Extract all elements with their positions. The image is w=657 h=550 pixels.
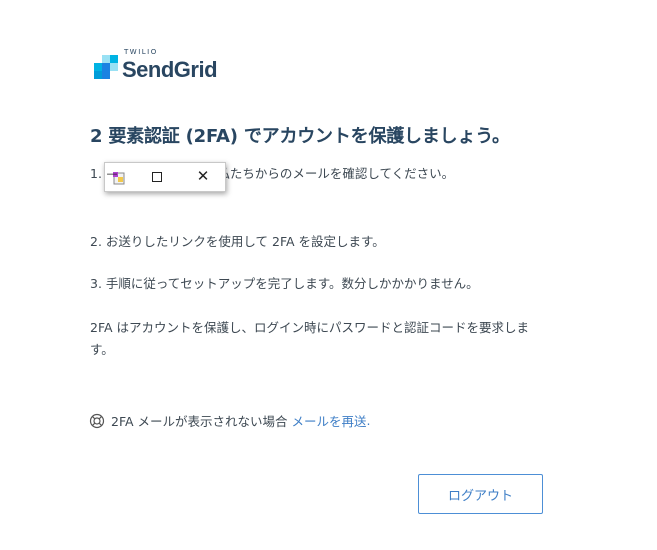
step-3-text: 3. 手順に従ってセットアップを完了します。数分しかかかりません。 (90, 276, 479, 291)
sendgrid-logo-icon (94, 55, 118, 79)
page-title: 2 要素認証 (2FA) でアカウントを保護しましょう。 (90, 126, 510, 147)
floating-mini-window[interactable]: — ✕ (104, 162, 226, 192)
logo-twilio-text: TWILIO (124, 48, 158, 56)
close-button[interactable]: ✕ (196, 168, 210, 184)
logout-button[interactable]: ログアウト (418, 474, 543, 514)
resend-email-link[interactable]: メールを再送 (292, 411, 367, 430)
two-factor-setup-page: TWILIO SendGrid 2 要素認証 (2FA) でアカウントを保護しま… (0, 0, 657, 550)
resend-period: . (366, 413, 371, 428)
info-text: 2FA はアカウントを保護し、ログイン時にパスワードと認証コードを要求します。 (90, 320, 530, 357)
logo-sendgrid-text: SendGrid (122, 57, 218, 82)
sendgrid-logo: TWILIO SendGrid (94, 48, 218, 82)
resend-row: 2FA メールが表示されない場合 メールを再送 . (89, 411, 371, 430)
step-2-text: 2. お送りしたリンクを使用して 2FA を設定します。 (90, 234, 385, 249)
minimize-button[interactable]: — (105, 167, 119, 180)
lifebuoy-icon (89, 413, 105, 429)
maximize-button[interactable] (152, 172, 162, 182)
resend-text: 2FA メールが表示されない場合 (111, 414, 288, 429)
